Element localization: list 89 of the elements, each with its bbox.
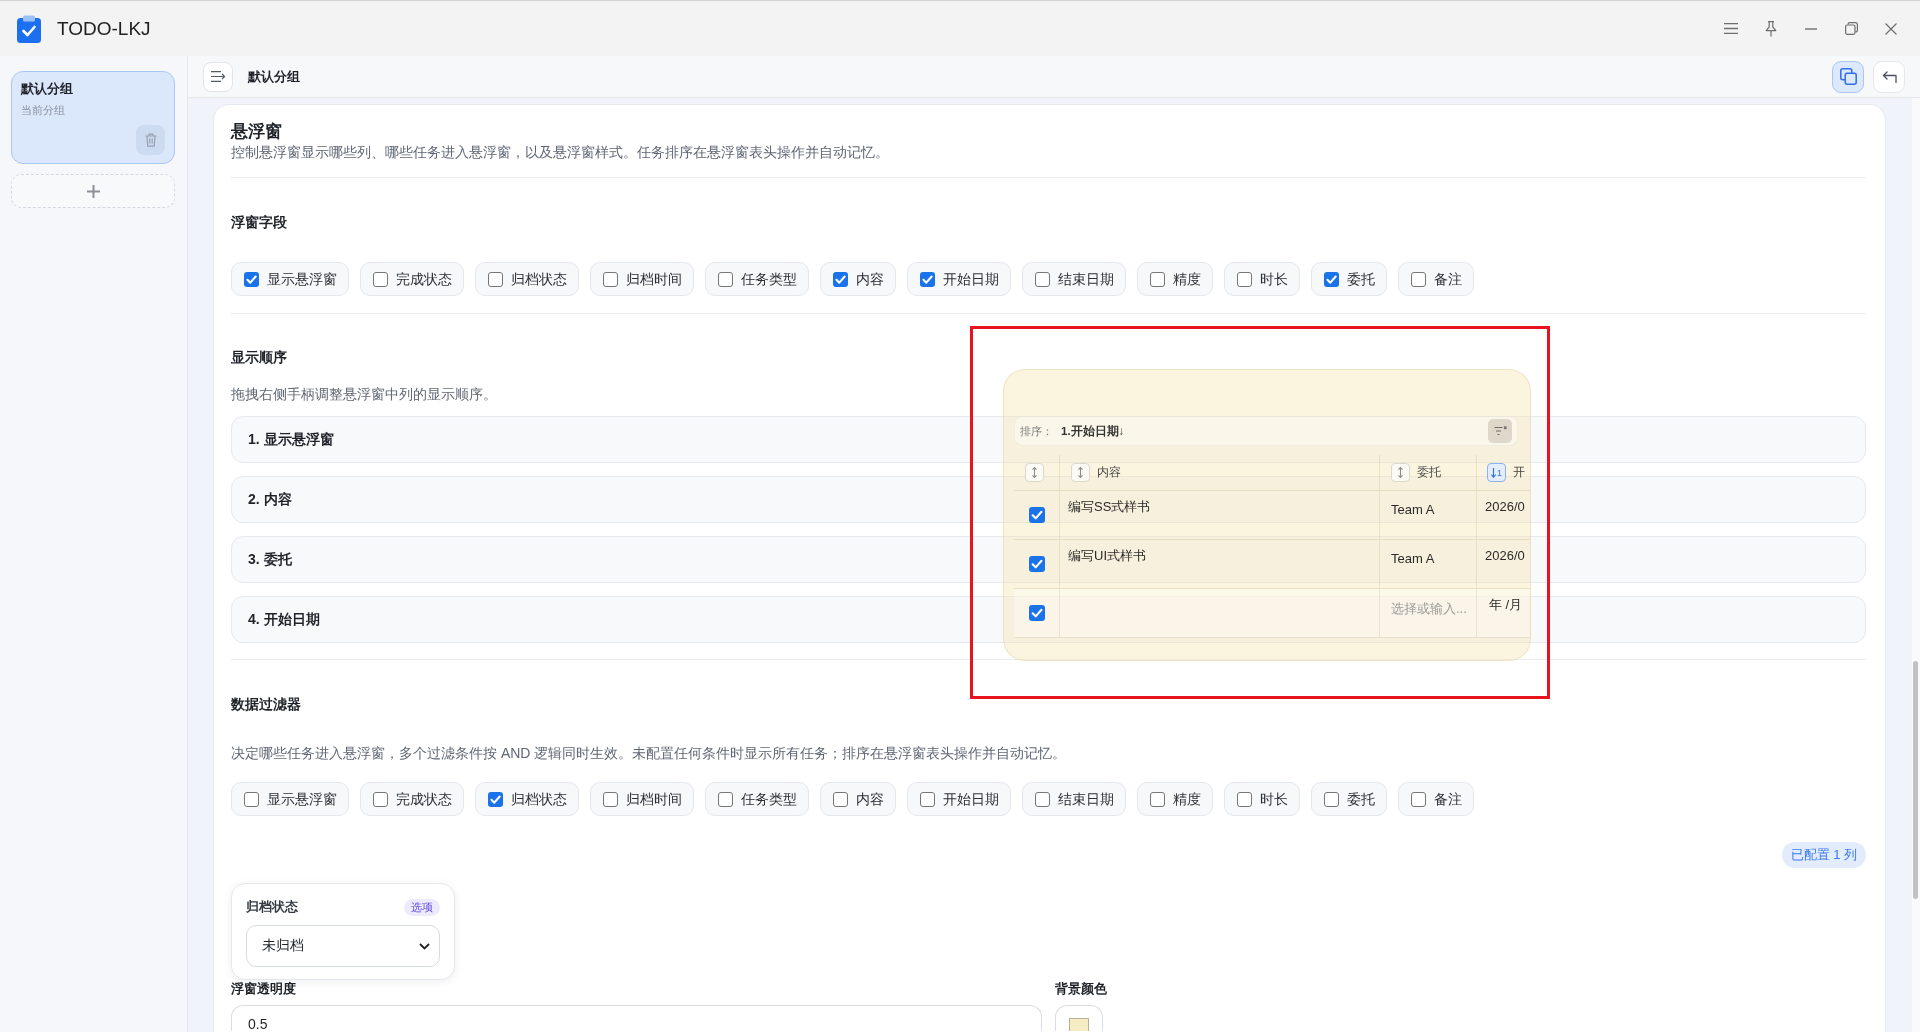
filter-option[interactable]: 任务类型: [705, 782, 809, 816]
filter-label: 归档状态: [246, 898, 298, 916]
column-option[interactable]: 备注: [1398, 262, 1474, 296]
filter-option[interactable]: 结束日期: [1022, 782, 1126, 816]
column-option[interactable]: 归档状态: [475, 262, 579, 296]
checkbox[interactable]: [833, 271, 848, 287]
checkbox[interactable]: [833, 791, 848, 807]
return-button[interactable]: [1873, 60, 1905, 93]
checkbox[interactable]: [244, 271, 259, 287]
section-heading: 数据过滤器: [231, 695, 301, 713]
minimize-icon[interactable]: [1805, 27, 1817, 30]
checkbox[interactable]: [488, 271, 503, 287]
filter-value-select[interactable]: 未归档: [246, 925, 440, 967]
column-option[interactable]: 结束日期: [1022, 262, 1126, 296]
app-title: TODO-LKJ: [57, 16, 151, 41]
filter-option[interactable]: 精度: [1137, 782, 1213, 816]
filter-button[interactable]: [1488, 419, 1512, 443]
filter-option[interactable]: 内容: [820, 782, 896, 816]
type-tag: 选项: [404, 898, 440, 916]
checkbox[interactable]: [1411, 791, 1426, 807]
filter-option[interactable]: 显示悬浮窗: [231, 782, 349, 816]
column-option[interactable]: 归档时间: [590, 262, 694, 296]
section-heading: 显示顺序: [231, 348, 287, 366]
panel-title: 悬浮窗: [231, 121, 282, 143]
checkbox[interactable]: [1035, 791, 1050, 807]
sort-value: 1.开始日期↓: [1061, 423, 1125, 439]
filter-option[interactable]: 备注: [1398, 782, 1474, 816]
checkbox[interactable]: [244, 791, 259, 807]
checkbox[interactable]: [718, 271, 733, 287]
pin-icon[interactable]: [1765, 20, 1777, 37]
checkbox[interactable]: [603, 791, 618, 807]
filter-icon: [1493, 426, 1507, 436]
checkbox[interactable]: [920, 791, 935, 807]
restore-icon[interactable]: [1844, 22, 1858, 35]
filter-option[interactable]: 委托: [1311, 782, 1387, 816]
app-logo-icon: [16, 14, 42, 43]
lines-arrow-icon: [210, 71, 226, 82]
checkbox[interactable]: [718, 791, 733, 807]
return-arrow-icon: [1881, 70, 1897, 83]
menu-icon[interactable]: [1724, 23, 1738, 34]
checkbox[interactable]: [1324, 791, 1339, 807]
opacity-input[interactable]: 0.5: [231, 1005, 1042, 1031]
column-option[interactable]: 时长: [1224, 262, 1300, 296]
sidebar-toggle-button[interactable]: [203, 61, 233, 92]
column-option[interactable]: 开始日期: [907, 262, 1011, 296]
plus-icon: [86, 184, 100, 198]
close-icon[interactable]: [1885, 22, 1897, 35]
group-subtitle: 当前分组: [21, 103, 65, 117]
checkbox[interactable]: [488, 791, 503, 807]
group-title: 默认分组: [248, 67, 300, 86]
scrollbar-thumb[interactable]: [1913, 661, 1918, 899]
configured-count-badge: 已配置 1 列: [1781, 842, 1866, 868]
overlap-squares-icon: [1839, 68, 1857, 85]
checkbox[interactable]: [603, 271, 618, 287]
trash-icon: [144, 133, 157, 147]
column-option[interactable]: 显示悬浮窗: [231, 262, 349, 296]
column-option[interactable]: 完成状态: [360, 262, 464, 296]
floating-window-button[interactable]: [1832, 60, 1864, 93]
checkbox[interactable]: [1150, 271, 1165, 287]
group-name: 默认分组: [21, 80, 73, 98]
section-heading: 浮窗字段: [231, 213, 287, 231]
checkbox[interactable]: [373, 791, 388, 807]
checkbox[interactable]: [1237, 791, 1252, 807]
filter-option[interactable]: 完成状态: [360, 782, 464, 816]
section-description: 决定哪些任务进入悬浮窗，多个过滤条件按 AND 逻辑同时生效。未配置任何条件时显示所有任务；排序在悬浮窗表头操作并自动记忆。: [231, 744, 1067, 762]
chevron-down-icon: [419, 942, 430, 950]
group-card[interactable]: 默认分组 当前分组: [11, 71, 175, 164]
sort-button[interactable]: 1: [1487, 463, 1506, 482]
field-label: 背景颜色: [1055, 980, 1107, 998]
field-label: 浮窗透明度: [231, 980, 296, 998]
checkbox[interactable]: [1150, 791, 1165, 807]
column-option[interactable]: 任务类型: [705, 262, 809, 296]
checkbox[interactable]: [1035, 271, 1050, 287]
column-option[interactable]: 精度: [1137, 262, 1213, 296]
filter-option[interactable]: 时长: [1224, 782, 1300, 816]
column-option[interactable]: 委托: [1311, 262, 1387, 296]
sort-label: 排序：: [1020, 423, 1053, 439]
checkbox[interactable]: [920, 271, 935, 287]
checkbox[interactable]: [1324, 271, 1339, 287]
column-option[interactable]: 内容: [820, 262, 896, 296]
checkbox[interactable]: [373, 271, 388, 287]
color-picker-button[interactable]: [1055, 1005, 1103, 1031]
section-description: 拖拽右侧手柄调整悬浮窗中列的显示顺序。: [231, 385, 497, 403]
filter-option[interactable]: 归档状态: [475, 782, 579, 816]
panel-description: 控制悬浮窗显示哪些列、哪些任务进入悬浮窗，以及悬浮窗样式。任务排序在悬浮窗表头操作并自动记忆。: [231, 143, 889, 161]
checkbox[interactable]: [1237, 271, 1252, 287]
filter-option[interactable]: 开始日期: [907, 782, 1011, 816]
checkbox[interactable]: [1411, 271, 1426, 287]
filter-option[interactable]: 归档时间: [590, 782, 694, 816]
